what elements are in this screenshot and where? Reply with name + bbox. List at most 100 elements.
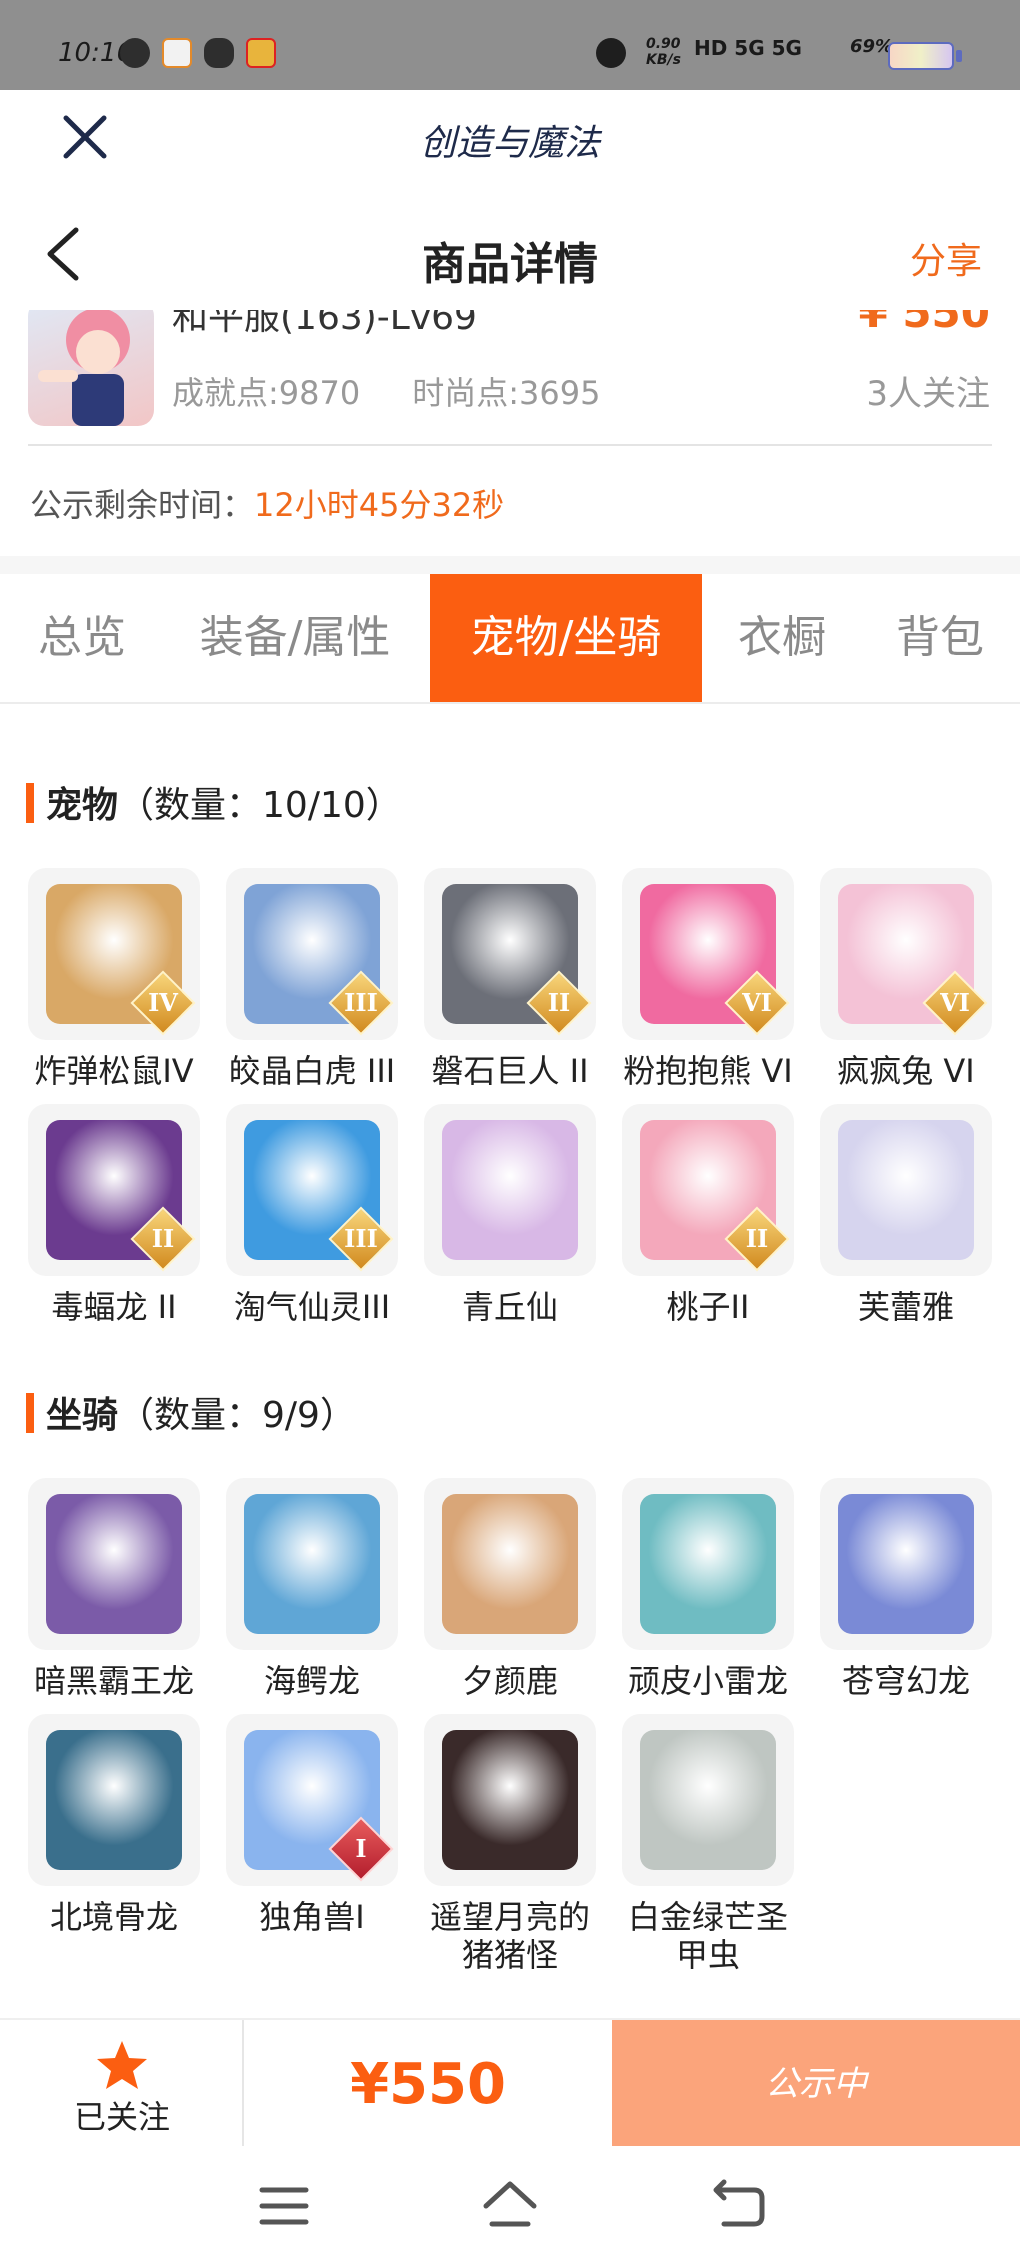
tab-overview[interactable]: 总览 [8, 574, 156, 702]
mount-item[interactable]: 顽皮小雷龙 [620, 1478, 796, 1700]
item-name: 皎晶白虎 III [228, 1052, 396, 1090]
globe-icon [120, 38, 150, 68]
tier-badge-label: VI [742, 988, 772, 1017]
mount-item[interactable]: 北境骨龙 [26, 1714, 202, 1936]
home-icon[interactable] [480, 2176, 540, 2236]
section-marker [26, 783, 34, 823]
pet-item[interactable]: III 皎晶白虎 III [224, 868, 400, 1090]
alarm-icon [596, 38, 626, 68]
item-name: 夕颜鹿 [461, 1662, 558, 1700]
pet-item[interactable]: VI 疯疯兔 VI [818, 868, 994, 1090]
item-name: 北境骨龙 [49, 1898, 178, 1936]
creature-art-icon [46, 1730, 182, 1870]
item-thumbnail [226, 1478, 398, 1650]
star-icon [97, 2041, 147, 2089]
fashion-points: 时尚点:3695 [412, 374, 601, 412]
item-name: 桃子II [666, 1288, 750, 1326]
item-name: 苍穹幻龙 [841, 1662, 970, 1700]
tab-bar: 总览 装备/属性 宠物/坐骑 衣橱 背包 [0, 574, 1020, 704]
item-thumbnail: II [622, 1104, 794, 1276]
item-thumbnail: III [226, 868, 398, 1040]
tier-badge-label: IV [148, 988, 178, 1017]
mounts-section-title: 坐骑（数量：9/9） [26, 1386, 356, 1438]
tab-wardrobe[interactable]: 衣橱 [710, 574, 854, 702]
countdown: 公示剩余时间：12小时45分32秒 [30, 480, 504, 526]
item-name: 顽皮小雷龙 [627, 1662, 788, 1700]
item-thumbnail: II [28, 1104, 200, 1276]
pet-item[interactable]: II 毒蝠龙 II [26, 1104, 202, 1326]
server-level: 和平服(163)-Lv69 [172, 310, 477, 338]
section-gap [0, 556, 1020, 574]
item-thumbnail [820, 1478, 992, 1650]
mount-item[interactable]: 白金绿芒圣甲虫 [620, 1714, 796, 1974]
creature-art-icon [838, 1494, 974, 1634]
character-avatar [28, 310, 154, 426]
product-summary: 和平服(163)-Lv69 ¥ 550 成就点:9870 时尚点:3695 3人关… [0, 310, 1020, 560]
tab-equipment[interactable]: 装备/属性 [178, 574, 412, 702]
item-thumbnail [622, 1714, 794, 1886]
bottom-price: ¥550 [350, 2052, 506, 2117]
app-title: 创造与魔法 [419, 123, 600, 164]
item-name: 炸弹松鼠IV [34, 1052, 194, 1090]
pet-item[interactable]: 青丘仙 [422, 1104, 598, 1326]
pet-item[interactable]: VI 粉抱抱熊 VI [620, 868, 796, 1090]
pet-item[interactable]: III 淘气仙灵III [224, 1104, 400, 1326]
back-icon[interactable] [708, 2176, 768, 2236]
mount-item[interactable]: 遥望月亮的猪猪怪 [422, 1714, 598, 1974]
pet-item[interactable]: 芙蕾雅 [818, 1104, 994, 1326]
detail-header: 商品详情 分享 [0, 200, 1020, 310]
creature-art-icon [244, 1494, 380, 1634]
pet-item[interactable]: IV 炸弹松鼠IV [26, 868, 202, 1090]
tier-badge-label: II [151, 1224, 175, 1253]
item-thumbnail: VI [820, 868, 992, 1040]
mount-item[interactable]: 苍穹幻龙 [818, 1478, 994, 1700]
creature-art-icon [442, 1494, 578, 1634]
item-thumbnail: II [424, 868, 596, 1040]
divider [28, 444, 992, 446]
item-thumbnail [820, 1104, 992, 1276]
mount-item[interactable]: 暗黑霸王龙 [26, 1478, 202, 1700]
item-thumbnail [622, 1478, 794, 1650]
item-name: 独角兽I [259, 1898, 365, 1936]
mount-item[interactable]: 海鳄龙 [224, 1478, 400, 1700]
pets-section-title: 宠物（数量：10/10） [26, 776, 402, 828]
app-store-icon [162, 38, 192, 68]
status-bar: 10:16 0.90 KB/s HD 5G 5G 69% [0, 0, 1020, 90]
creature-art-icon [442, 1120, 578, 1260]
battery-icon [888, 42, 954, 70]
price-top: ¥ 550 [858, 310, 990, 337]
item-thumbnail: VI [622, 868, 794, 1040]
mount-item[interactable]: I 独角兽I [224, 1714, 400, 1936]
battery-tip [956, 50, 962, 62]
tab-bag[interactable]: 背包 [868, 574, 1012, 702]
app-title-bar: 创造与魔法 [0, 90, 1020, 190]
public-notice-button[interactable]: 公示中 [612, 2020, 1020, 2148]
pet-item[interactable]: II 桃子II [620, 1104, 796, 1326]
bottom-action-bar: 已关注 ¥550 公示中 [0, 2018, 1020, 2148]
tier-badge-label: II [745, 1224, 769, 1253]
item-name: 海鳄龙 [263, 1662, 360, 1700]
follow-button[interactable]: 已关注 [0, 2020, 244, 2148]
menu-icon[interactable] [254, 2176, 314, 2236]
item-name: 暗黑霸王龙 [33, 1662, 194, 1700]
item-name: 青丘仙 [461, 1288, 558, 1326]
item-thumbnail [424, 1714, 596, 1886]
network-speed: 0.90 KB/s [646, 36, 681, 68]
item-name: 毒蝠龙 II [51, 1288, 177, 1326]
pet-item[interactable]: II 磐石巨人 II [422, 868, 598, 1090]
mount-item[interactable]: 夕颜鹿 [422, 1478, 598, 1700]
item-name: 粉抱抱熊 VI [623, 1052, 793, 1090]
item-thumbnail [424, 1104, 596, 1276]
item-name: 淘气仙灵III [233, 1288, 391, 1326]
wechat-icon [204, 38, 234, 68]
item-name: 磐石巨人 II [431, 1052, 589, 1090]
creature-art-icon [442, 1730, 578, 1870]
share-button[interactable]: 分享 [910, 232, 982, 284]
creature-art-icon [640, 1730, 776, 1870]
tier-badge-label: I [355, 1834, 367, 1863]
creature-art-icon [46, 1494, 182, 1634]
creature-art-icon [640, 1494, 776, 1634]
countdown-label: 公示剩余时间： [30, 486, 255, 524]
item-thumbnail: I [226, 1714, 398, 1886]
tab-pets-mounts[interactable]: 宠物/坐骑 [430, 574, 702, 702]
